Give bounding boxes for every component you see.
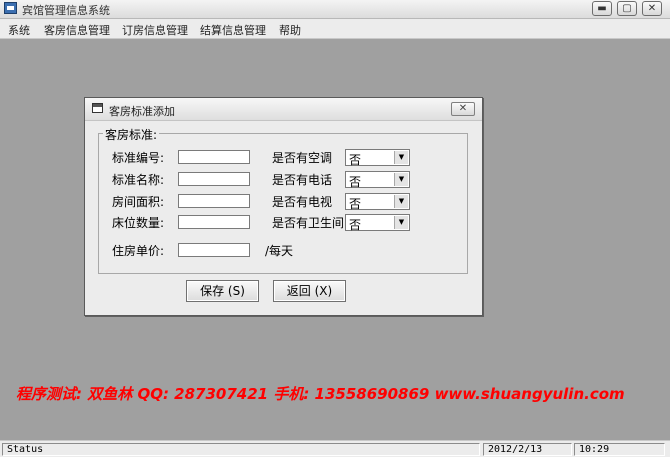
phone-select[interactable]: 否 ▼ — [345, 171, 410, 189]
ac-select-value: 否 — [349, 153, 362, 167]
app-title: 宾馆管理信息系统 — [22, 4, 110, 17]
chevron-down-icon[interactable]: ▼ — [394, 151, 408, 164]
ac-select[interactable]: 否 ▼ — [345, 149, 410, 167]
beds-input[interactable] — [178, 215, 250, 229]
group-label: 客房标准: — [103, 126, 160, 143]
menu-settlement-info[interactable]: 结算信息管理 — [200, 22, 266, 38]
tv-select-value: 否 — [349, 197, 362, 211]
room-standard-dialog: 客房标准添加 ✕ 客房标准: 标准编号: 标准名称: 房间面积: 床位数量: 住… — [84, 97, 483, 316]
status-text: Status — [2, 443, 480, 456]
app-icon — [4, 2, 17, 14]
watermark-text: 程序测试: 双鱼林 QQ: 287307421 手机: 13558690869 … — [16, 385, 625, 403]
bath-select[interactable]: 否 ▼ — [345, 214, 410, 232]
maximize-button[interactable]: ▢ — [617, 1, 637, 16]
chevron-down-icon[interactable]: ▼ — [394, 195, 408, 208]
status-bar: Status 2012/2/13 10:29 — [0, 440, 670, 457]
chevron-down-icon[interactable]: ▼ — [394, 173, 408, 186]
beds-label: 床位数量: — [112, 216, 165, 230]
tv-select[interactable]: 否 ▼ — [345, 193, 410, 211]
minimize-button[interactable]: ▬ — [592, 1, 612, 16]
std-no-label: 标准编号: — [112, 151, 165, 165]
std-no-input[interactable] — [178, 150, 250, 164]
menu-room-info[interactable]: 客房信息管理 — [44, 22, 110, 38]
chevron-down-icon[interactable]: ▼ — [394, 216, 408, 229]
area-label: 房间面积: — [112, 195, 165, 209]
menu-help[interactable]: 帮助 — [279, 22, 301, 38]
ac-label: 是否有空调 — [272, 151, 333, 165]
room-standard-group: 客房标准: 标准编号: 标准名称: 房间面积: 床位数量: 住房单价: /每天 … — [98, 126, 468, 274]
phone-label: 是否有电话 — [272, 173, 333, 187]
price-input[interactable] — [178, 243, 250, 257]
std-name-label: 标准名称: — [112, 173, 165, 187]
area-input[interactable] — [178, 194, 250, 208]
bath-label: 是否有卫生间 — [272, 216, 345, 230]
phone-select-value: 否 — [349, 175, 362, 189]
back-button[interactable]: 返回 (X) — [273, 280, 346, 302]
std-name-input[interactable] — [178, 172, 250, 186]
menu-bar: 系统 客房信息管理 订房信息管理 结算信息管理 帮助 — [0, 19, 670, 39]
price-label: 住房单价: — [112, 244, 165, 258]
menu-booking-info[interactable]: 订房信息管理 — [122, 22, 188, 38]
price-unit: /每天 — [265, 244, 294, 258]
menu-system[interactable]: 系统 — [8, 22, 30, 38]
tv-label: 是否有电视 — [272, 195, 333, 209]
bath-select-value: 否 — [349, 218, 362, 232]
status-time: 10:29 — [574, 443, 665, 456]
dialog-window-icon — [92, 103, 103, 113]
dialog-title: 客房标准添加 — [109, 105, 175, 118]
status-date: 2012/2/13 — [483, 443, 572, 456]
save-button[interactable]: 保存 (S) — [186, 280, 259, 302]
app-titlebar: 宾馆管理信息系统 ▬ ▢ ✕ — [0, 0, 670, 19]
close-button[interactable]: ✕ — [642, 1, 662, 16]
dialog-close-button[interactable]: ✕ — [451, 102, 475, 116]
dialog-titlebar: 客房标准添加 ✕ — [85, 98, 482, 121]
